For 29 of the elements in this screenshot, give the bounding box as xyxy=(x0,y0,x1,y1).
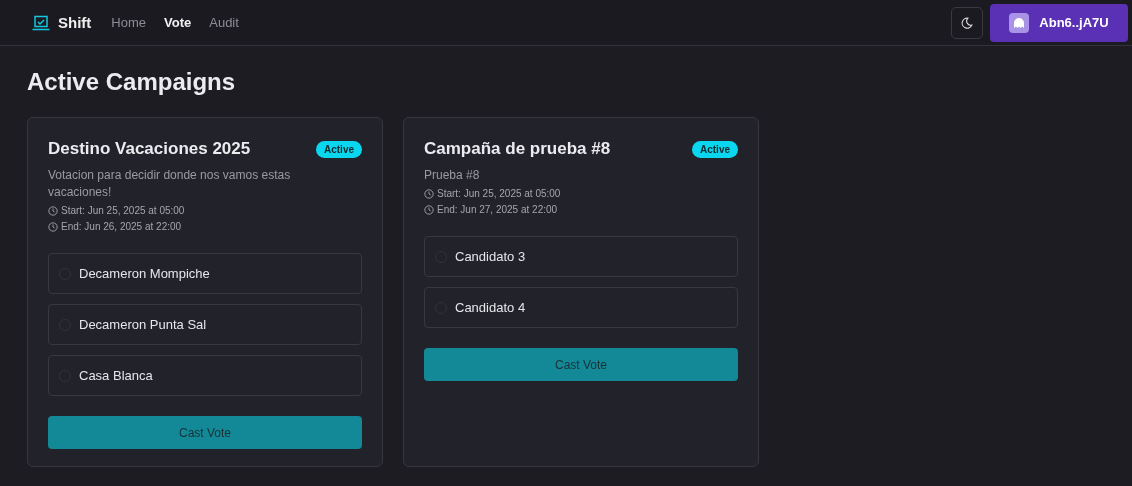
brand-name[interactable]: Shift xyxy=(58,14,92,31)
start-date: Start: Jun 25, 2025 at 05:00 xyxy=(61,204,185,217)
laptop-check-icon xyxy=(32,14,50,31)
candidate-option[interactable]: Decameron Punta Sal xyxy=(48,304,362,345)
campaign-title: Destino Vacaciones 2025 xyxy=(48,139,251,159)
moon-icon xyxy=(961,16,973,29)
nav-link[interactable]: Audit xyxy=(209,15,239,30)
start-date: Start: Jun 25, 2025 at 05:00 xyxy=(437,187,561,200)
end-date: End: Jun 27, 2025 at 22:00 xyxy=(437,203,558,216)
theme-toggle-button[interactable] xyxy=(951,6,983,39)
status-badge: Active xyxy=(692,140,738,158)
nav-link[interactable]: Home xyxy=(111,15,146,30)
clock-icon xyxy=(48,205,58,216)
ghost-icon xyxy=(1009,12,1030,33)
clock-icon xyxy=(48,221,58,232)
clock-icon xyxy=(424,204,434,215)
nav-link[interactable]: Vote xyxy=(164,15,192,30)
candidate-option[interactable]: Decameron Mompiche xyxy=(48,253,362,294)
candidate-option[interactable]: Candidato 4 xyxy=(424,287,738,328)
campaign-title: Campaña de prueba #8 xyxy=(424,139,611,159)
wallet-button[interactable]: Abn6..jA7U xyxy=(990,3,1128,42)
candidate-option[interactable]: Casa Blanca xyxy=(48,355,362,396)
clock-icon xyxy=(424,188,434,199)
campaign-description: Votacion para decidir donde nos vamos estas vacaciones! xyxy=(48,167,292,201)
page-title: Active Campaigns xyxy=(26,67,237,97)
status-badge: Active xyxy=(316,140,362,158)
campaign-description: Prueba #8 xyxy=(424,167,481,184)
end-date: End: Jun 26, 2025 at 22:00 xyxy=(61,220,182,233)
candidate-option[interactable]: Candidato 3 xyxy=(424,236,738,277)
